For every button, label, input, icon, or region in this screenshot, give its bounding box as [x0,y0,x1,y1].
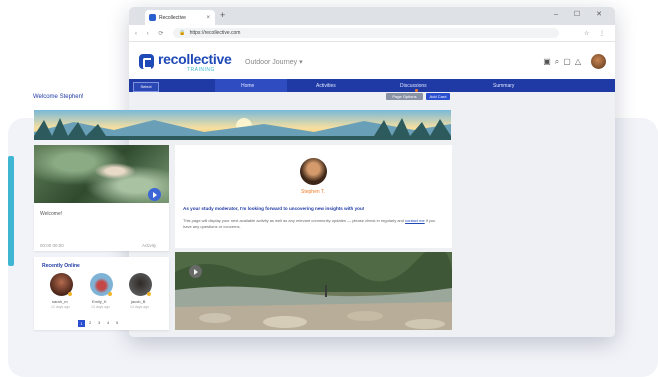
banner-image [34,110,451,140]
message-text: This page will display your next availab… [183,218,406,223]
moderator-name[interactable]: Stephen T. [301,189,325,195]
journey-label: Outdoor Journey [245,59,298,66]
url-field[interactable]: 🔒 https://recollective.com [173,28,560,38]
recently-online-title: Recently Online [42,263,80,269]
status-badge [108,292,112,296]
video-card-title: Welcome! [40,211,63,217]
welcome-video-thumbnail[interactable] [34,145,169,203]
browser-nav-icons[interactable]: ‹ › ⟳ [135,30,167,37]
browser-tab[interactable]: Recollective × [145,10,215,25]
notification-icon[interactable]: ▣ [543,57,555,66]
status-badge [147,292,151,296]
bell-icon[interactable]: △ [575,57,585,66]
play-icon[interactable] [148,188,161,201]
username[interactable]: sarah_m [52,299,68,304]
moderator-avatar[interactable] [300,158,327,185]
logo-subtitle: TRAINING [187,67,215,73]
page-3[interactable]: 3 [98,320,100,327]
journey-selector[interactable]: Outdoor Journey ▾ [245,58,303,66]
search-icon[interactable]: ⌕ [555,57,563,66]
moderator-headline: As your study moderator, I'm looking for… [183,206,365,211]
select-dropdown[interactable]: Select [133,82,159,92]
play-icon[interactable] [189,265,202,278]
browser-menu-icons[interactable]: ☆ ⋮ [584,30,609,37]
username[interactable]: jacob_B [131,299,145,304]
background-accent-bar [8,156,14,266]
favicon-icon [149,14,156,21]
page-options-button[interactable]: Page Options [386,93,423,100]
nav-item-discussions[interactable]: Discussions [400,83,427,89]
page-1[interactable]: 1 [78,320,85,327]
chevron-down-icon: ▾ [299,59,303,66]
page-2[interactable]: 2 [89,320,91,327]
nav-item-summary[interactable]: Summary [493,83,514,89]
last-seen: 13 days ago [91,305,111,309]
username[interactable]: Emily_K [92,299,107,304]
nav-item-home[interactable]: Home [241,83,254,89]
moderator-message: This page will display your next availab… [183,218,443,230]
page-title: Welcome Stephen! [33,94,84,100]
header-icons[interactable]: ▣⌕▢△ [543,57,585,67]
last-seen: 12 days ago [51,305,71,309]
last-seen: 14 days ago [130,305,150,309]
user-avatar[interactable] [591,54,606,69]
add-card-button[interactable]: Add Card [426,93,450,100]
video-card-meta: 00:00 00:00 [40,243,64,248]
main-nav: Select Home Activities Discussions Summa… [129,79,615,93]
logo-icon [139,54,154,69]
river-video-thumbnail[interactable] [175,252,452,330]
contact-link[interactable]: contact me [405,218,425,223]
nav-item-activities[interactable]: Activities [316,83,336,89]
video-card-activity: Activity [142,243,157,248]
status-badge [68,292,72,296]
page-5[interactable]: 5 [116,320,118,327]
logo-text: recollective [158,51,232,67]
tab-close-icon[interactable]: × [206,15,210,21]
address-bar: ‹ › ⟳ 🔒 https://recollective.com ☆ ⋮ [129,25,615,42]
bookmark-icon[interactable]: ▢ [563,57,575,66]
lock-icon: 🔒 [179,30,186,36]
new-tab-button[interactable]: + [220,10,225,20]
app-header: recollective TRAINING Outdoor Journey ▾ … [129,42,615,79]
page-4[interactable]: 4 [107,320,109,327]
tab-bar: Recollective × + – ☐ ✕ [129,7,615,25]
window-controls[interactable]: – ☐ ✕ [554,10,609,18]
tab-title: Recollective [159,14,186,21]
url-text: https://recollective.com [189,30,241,36]
